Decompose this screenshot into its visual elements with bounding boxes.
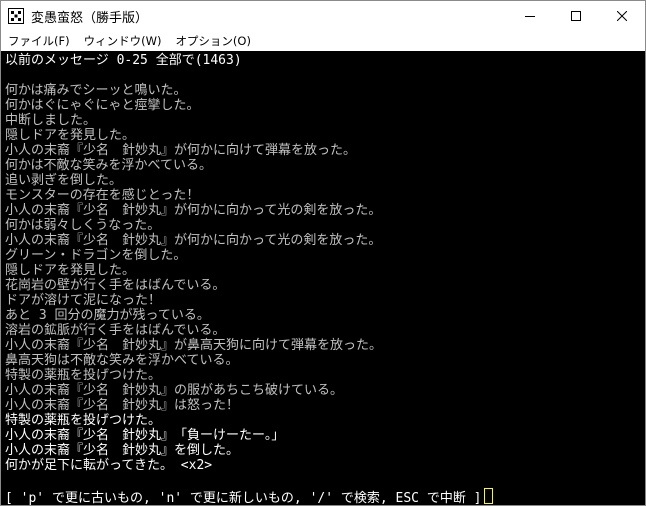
log-line: 小人の末裔『少名 針妙丸』が何かに向けて弾幕を放った。: [5, 143, 357, 158]
log-line: 特製の薬瓶を投げつけた。: [5, 368, 162, 383]
log-line: 隠しドアを発見した。: [5, 128, 136, 143]
log-footer-prompt: [ 'p' で更に古いもの, 'n' で更に新しいもの, '/' で検索, ES…: [5, 491, 482, 505]
log-line-recent: 何かが足下に転がってきた。 <x2>: [5, 458, 213, 473]
app-icon: [8, 8, 24, 24]
log-line: 隠しドアを発見した。: [5, 263, 136, 278]
log-footer: [ 'p' で更に古いもの, 'n' で更に新しいもの, '/' で検索, ES…: [5, 488, 493, 505]
log-line: 花崗岩の壁が行く手をはばんでいる。: [5, 278, 226, 293]
log-line-recent: 小人の末裔『少名 針妙丸』 「負ーけーたー。」: [5, 428, 285, 443]
log-line: 追い剥ぎを倒した。: [5, 173, 123, 188]
log-line: あと 3 回分の魔力が残っている。: [5, 308, 210, 323]
text-cursor: [483, 488, 493, 504]
menu-window[interactable]: ウィンドウ(W): [77, 31, 169, 51]
menu-options[interactable]: オプション(O): [168, 31, 258, 51]
window-title: 変愚蛮怒（勝手版）: [31, 11, 149, 26]
message-log-console[interactable]: 以前のメッセージ 0-25 全部で(1463) 何かは痛みでシーッと鳴いた。 何…: [1, 51, 645, 505]
log-line: モンスターの存在を感じとった！: [5, 188, 200, 203]
log-line: 中断しました。: [5, 113, 97, 128]
log-line: 小人の末裔『少名 針妙丸』が何かに向かって光の剣を放った。: [5, 203, 382, 218]
close-icon: [617, 11, 627, 21]
log-line: 何かは痛みでシーッと鳴いた。: [5, 83, 187, 98]
log-line: 小人の末裔『少名 針妙丸』が何かに向かって光の剣を放った。: [5, 233, 382, 248]
log-line: 溶岩の鉱脈が行く手をはばんでいる。: [5, 323, 226, 338]
log-line: ドアが溶けて泥になった！: [5, 293, 162, 308]
log-line: 鼻高天狗は不敵な笑みを浮かべている。: [5, 353, 239, 368]
menu-bar: ファイル(F) ウィンドウ(W) オプション(O): [1, 31, 645, 51]
minimize-icon: [525, 16, 535, 17]
log-line: 何かは弱々しくうなった。: [5, 218, 161, 233]
log-line: 小人の末裔『少名 針妙丸』が鼻高天狗に向けて弾幕を放った。: [5, 338, 383, 353]
menu-file[interactable]: ファイル(F): [1, 31, 77, 51]
log-header: 以前のメッセージ 0-25 全部で(1463): [5, 53, 242, 68]
log-line: 何かはぐにゃぐにゃと痙攣した。: [5, 98, 200, 113]
log-line-recent: 特製の薬瓶を投げつけた。: [5, 413, 162, 428]
log-line: グリーン・ドラゴンを倒した。: [5, 248, 187, 263]
maximize-button[interactable]: [553, 1, 599, 31]
log-line: 小人の末裔『少名 針妙丸』の服があちこち破けている。: [5, 383, 344, 398]
close-button[interactable]: [599, 1, 645, 31]
game-window: 変愚蛮怒（勝手版） ファイル(F) ウィンドウ(W) オプション(O) 以前のメ…: [0, 0, 646, 506]
title-bar[interactable]: 変愚蛮怒（勝手版）: [1, 1, 645, 31]
log-line-recent: 小人の末裔『少名 針妙丸』を倒した。: [5, 443, 240, 458]
maximize-icon: [571, 11, 581, 21]
log-line: 小人の末裔『少名 針妙丸』は怒った！: [5, 398, 240, 413]
log-line: 何かは不敵な笑みを浮かべている。: [5, 158, 212, 173]
minimize-button[interactable]: [507, 1, 553, 31]
